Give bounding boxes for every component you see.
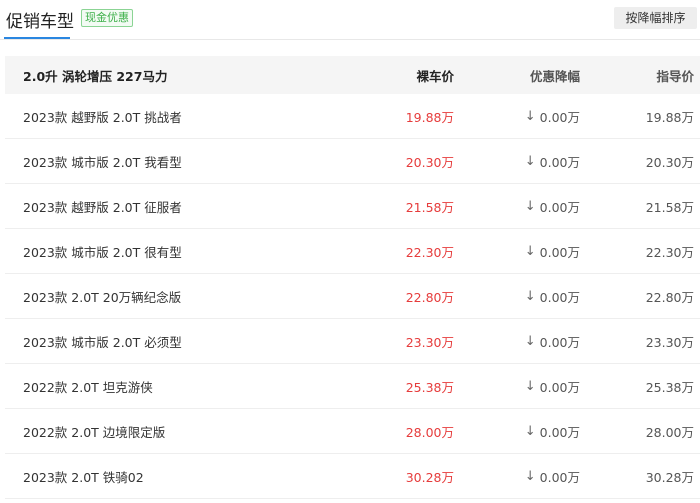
table-row[interactable]: 2023款 2.0T 铁骑02 30.28万 ↓ 0.00万 30.28万 — [5, 454, 700, 499]
model-name[interactable]: 2023款 2.0T 20万辆纪念版 — [23, 274, 181, 318]
table-row[interactable]: 2023款 城市版 2.0T 我看型 20.30万 ↓ 0.00万 20.30万 — [5, 139, 700, 184]
bare-car-price: 20.30万 — [405, 154, 454, 170]
engine-spec-heading: 2.0升 涡轮增压 227马力 — [23, 68, 168, 84]
model-name[interactable]: 2023款 越野版 2.0T 征服者 — [23, 184, 182, 228]
model-name[interactable]: 2022款 2.0T 坦克游侠 — [23, 364, 153, 408]
down-arrow-icon: ↓ — [524, 198, 536, 214]
discount-value: 0.00万 — [539, 379, 580, 395]
model-name[interactable]: 2023款 城市版 2.0T 必须型 — [23, 319, 182, 363]
down-arrow-icon: ↓ — [524, 378, 536, 394]
down-arrow-icon: ↓ — [524, 153, 536, 169]
promo-table: 2.0升 涡轮增压 227马力 裸车价 优惠降幅 指导价 2023款 越野版 2… — [5, 56, 700, 499]
guide-price: 23.30万 — [645, 334, 694, 350]
guide-price: 21.58万 — [645, 199, 694, 215]
discount-value: 0.00万 — [539, 154, 580, 170]
guide-price: 22.30万 — [645, 244, 694, 260]
discount-value: 0.00万 — [539, 109, 580, 125]
discount-amount: ↓ 0.00万 — [525, 274, 580, 318]
table-body: 2023款 越野版 2.0T 挑战者 19.88万 ↓ 0.00万 19.88万 2023… — [5, 94, 700, 499]
bare-car-price: 23.30万 — [405, 334, 454, 350]
table-row[interactable]: 2023款 2.0T 20万辆纪念版 22.80万 ↓ 0.00万 22.80万 — [5, 274, 700, 319]
table-header: 2.0升 涡轮增压 227马力 裸车价 优惠降幅 指导价 — [5, 56, 700, 94]
guide-price-column-header: 指导价 — [656, 68, 694, 84]
discount-value: 0.00万 — [539, 334, 580, 350]
guide-price: 22.80万 — [645, 289, 694, 305]
table-row[interactable]: 2023款 越野版 2.0T 征服者 21.58万 ↓ 0.00万 21.58万 — [5, 184, 700, 229]
discount-value: 0.00万 — [539, 424, 580, 440]
guide-price: 30.28万 — [645, 469, 694, 485]
table-row[interactable]: 2023款 城市版 2.0T 必须型 23.30万 ↓ 0.00万 23.30万 — [5, 319, 700, 364]
discount-value: 0.00万 — [539, 289, 580, 305]
guide-price: 19.88万 — [645, 109, 694, 125]
guide-price: 25.38万 — [645, 379, 694, 395]
bare-car-price: 21.58万 — [405, 199, 454, 215]
model-name[interactable]: 2023款 城市版 2.0T 很有型 — [23, 229, 182, 273]
down-arrow-icon: ↓ — [524, 468, 536, 484]
bare-car-price: 22.30万 — [405, 244, 454, 260]
down-arrow-icon: ↓ — [524, 288, 536, 304]
discount-amount: ↓ 0.00万 — [525, 319, 580, 363]
discount-amount: ↓ 0.00万 — [525, 454, 580, 498]
bare-car-price: 28.00万 — [405, 424, 454, 440]
price-column-header: 裸车价 — [416, 68, 454, 84]
tab-promo-models[interactable]: 促销车型 — [6, 7, 74, 32]
sort-by-discount-button[interactable]: 按降幅排序 — [614, 7, 697, 29]
discount-amount: ↓ 0.00万 — [525, 364, 580, 408]
down-arrow-icon: ↓ — [524, 333, 536, 349]
discount-value: 0.00万 — [539, 469, 580, 485]
table-row[interactable]: 2022款 2.0T 坦克游侠 25.38万 ↓ 0.00万 25.38万 — [5, 364, 700, 409]
down-arrow-icon: ↓ — [524, 243, 536, 259]
cash-discount-badge: 现金优惠 — [81, 9, 133, 27]
discount-value: 0.00万 — [539, 199, 580, 215]
model-name[interactable]: 2022款 2.0T 边境限定版 — [23, 409, 165, 453]
discount-column-header: 优惠降幅 — [529, 68, 580, 84]
table-row[interactable]: 2023款 越野版 2.0T 挑战者 19.88万 ↓ 0.00万 19.88万 — [5, 94, 700, 139]
discount-amount: ↓ 0.00万 — [525, 229, 580, 273]
bare-car-price: 30.28万 — [405, 469, 454, 485]
table-row[interactable]: 2022款 2.0T 边境限定版 28.00万 ↓ 0.00万 28.00万 — [5, 409, 700, 454]
model-name[interactable]: 2023款 城市版 2.0T 我看型 — [23, 139, 182, 183]
bare-car-price: 25.38万 — [405, 379, 454, 395]
discount-amount: ↓ 0.00万 — [525, 139, 580, 183]
down-arrow-icon: ↓ — [524, 423, 536, 439]
discount-amount: ↓ 0.00万 — [525, 184, 580, 228]
table-row[interactable]: 2023款 城市版 2.0T 很有型 22.30万 ↓ 0.00万 22.30万 — [5, 229, 700, 274]
discount-amount: ↓ 0.00万 — [525, 409, 580, 453]
discount-amount: ↓ 0.00万 — [525, 94, 580, 138]
down-arrow-icon: ↓ — [524, 108, 536, 124]
guide-price: 28.00万 — [645, 424, 694, 440]
discount-value: 0.00万 — [539, 244, 580, 260]
bare-car-price: 22.80万 — [405, 289, 454, 305]
bare-car-price: 19.88万 — [405, 109, 454, 125]
guide-price: 20.30万 — [645, 154, 694, 170]
model-name[interactable]: 2023款 越野版 2.0T 挑战者 — [23, 94, 182, 138]
header-bar: 促销车型 现金优惠 按降幅排序 — [0, 0, 700, 40]
model-name[interactable]: 2023款 2.0T 铁骑02 — [23, 454, 144, 498]
active-tab-indicator — [4, 37, 70, 39]
